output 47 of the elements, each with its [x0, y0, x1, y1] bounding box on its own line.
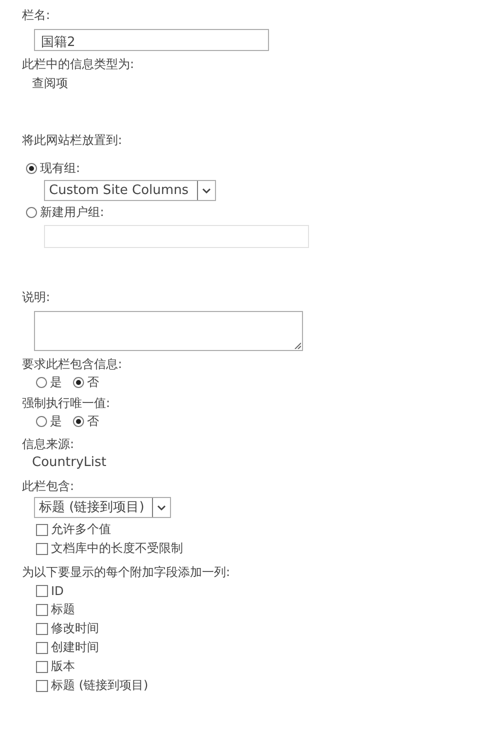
checkbox[interactable] [36, 604, 48, 616]
field-label: 栏名: [22, 7, 52, 24]
checkbox[interactable] [36, 622, 48, 634]
checkbox[interactable] [36, 584, 48, 596]
field-label: 此栏包含: [22, 478, 76, 495]
field-label: 强制执行唯一值: [22, 395, 112, 412]
radio-label: 是 [50, 374, 62, 391]
field-value: 查阅项 [32, 75, 69, 92]
checkbox[interactable] [36, 524, 48, 536]
radio-label: 新建用户组: [40, 204, 104, 221]
field-label: 此栏中的信息类型为: [22, 56, 136, 73]
checkbox-label: 修改时间 [51, 620, 99, 637]
radio-label: 否 [87, 374, 99, 391]
field-label: 说明: [22, 289, 52, 306]
checkbox-label: 标题 (链接到项目) [51, 677, 148, 694]
radio-button[interactable] [73, 416, 84, 427]
chevron-down-icon [157, 504, 166, 510]
field-label: 将此网站栏放置到: [22, 132, 124, 149]
field-label: 要求此栏包含信息: [22, 356, 124, 373]
radio-label: 是 [50, 413, 62, 430]
radio-button[interactable] [26, 207, 37, 218]
field-value: CountryList [32, 454, 108, 472]
radio-button[interactable] [73, 377, 84, 388]
field-label: 信息来源: [22, 436, 76, 453]
checkbox-label: 版本 [51, 658, 75, 675]
chevron-down-icon [202, 188, 211, 194]
checkbox-label: 标题 [51, 601, 75, 618]
checkbox-label: 文档库中的长度不受限制 [51, 540, 183, 557]
checkbox[interactable] [36, 680, 48, 692]
input-field[interactable]: 国籍2 [34, 29, 269, 51]
radio-button[interactable] [36, 377, 47, 388]
checkbox-label: ID [51, 584, 64, 598]
dropdown[interactable]: Custom Site Columns [44, 180, 216, 201]
checkbox[interactable] [36, 660, 48, 672]
radio-label: 否 [87, 413, 99, 430]
radio-button[interactable] [36, 416, 47, 427]
radio-label: 现有组: [40, 160, 80, 177]
field-label: 为以下要显示的每个附加字段添加一列: [22, 564, 232, 581]
resize-grip-icon [294, 342, 301, 349]
dropdown[interactable]: 标题 (链接到项目) [34, 497, 172, 518]
checkbox-label: 创建时间 [51, 639, 99, 656]
input-field[interactable] [44, 225, 309, 248]
radio-button[interactable] [26, 163, 37, 174]
checkbox[interactable] [36, 542, 48, 554]
checkbox-label: 允许多个值 [51, 521, 111, 538]
text-area[interactable] [34, 311, 303, 351]
checkbox[interactable] [36, 642, 48, 654]
